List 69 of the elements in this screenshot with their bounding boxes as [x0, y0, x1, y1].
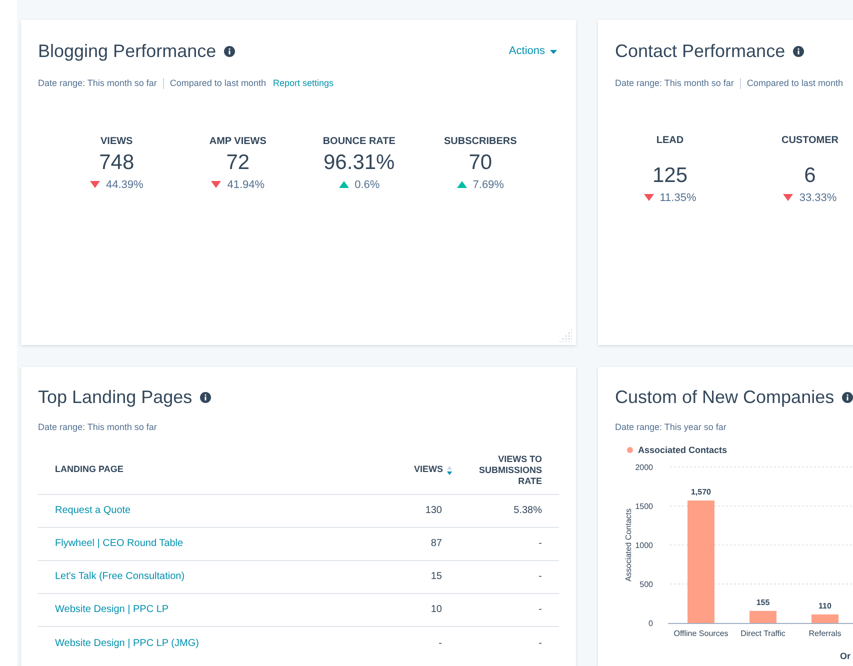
table-cell-text: - — [438, 636, 443, 650]
metric-value: 72 — [226, 150, 250, 176]
y-tick-label: 1000 — [635, 541, 653, 550]
comparison-text: Compared to last month — [170, 77, 266, 90]
info-icon — [200, 392, 212, 403]
table-cell-text: 10 — [430, 603, 443, 617]
landing-page-link[interactable]: Request a Quote — [38, 503, 362, 518]
date-range-text: Date range: This month so far — [615, 77, 734, 90]
metric-value: 96.31% — [324, 150, 395, 176]
metric-change: 44.39% — [106, 178, 144, 192]
metric-change: 7.69% — [472, 178, 504, 192]
table-cell-text: - — [538, 570, 543, 584]
metric-value: 125 — [652, 162, 688, 188]
info-icon — [793, 46, 804, 57]
bar-value-label: 155 — [756, 598, 770, 607]
legend-label: Associated Contacts — [638, 444, 728, 456]
bar-value-label: 110 — [818, 601, 832, 610]
bar — [750, 610, 776, 623]
report-settings-link[interactable]: Report settings — [272, 77, 334, 90]
table-cell-text: - — [538, 636, 543, 650]
y-tick-label: 1500 — [635, 502, 653, 511]
metric-change: 41.94% — [227, 178, 265, 192]
metric-label: AMP VIEWS — [209, 134, 266, 148]
landing-page-link[interactable]: Let's Talk (Free Consultation) — [38, 569, 362, 584]
actions-dropdown[interactable]: Actions — [508, 43, 557, 60]
metric-change: 11.35% — [660, 190, 696, 206]
y-tick-label: 500 — [640, 580, 653, 589]
landing-page-link[interactable]: Website Design | PPC LP (JMG) — [38, 636, 362, 650]
landing-page-link[interactable]: Flywheel | CEO Round Table — [38, 536, 362, 551]
table-cell-text: - — [538, 603, 543, 617]
table-cell-text: 130 — [424, 504, 443, 518]
card-title: Contact Performance — [615, 40, 786, 63]
views-column-header[interactable]: VIEWS — [362, 463, 452, 477]
x-tick-label: Offline Sources — [674, 629, 728, 638]
metric-value: 748 — [99, 150, 134, 176]
info-icon — [224, 46, 236, 57]
comparison-text: Compared to last month — [746, 77, 843, 90]
column-header: LANDING PAGE — [54, 463, 124, 476]
bar-value-label: 1,570 — [690, 488, 712, 497]
caret-icon — [550, 50, 557, 54]
card-title: Top Landing Pages — [38, 386, 192, 409]
y-tick-label: 2000 — [635, 463, 653, 472]
y-axis-title: Associated Contacts — [624, 508, 633, 582]
card-title: Blogging Performance — [38, 40, 216, 63]
date-range-text: Date range: This year so far — [615, 421, 728, 434]
metric-change: 33.33% — [799, 190, 837, 206]
x-tick-label: Referrals — [808, 629, 842, 638]
metric-change: 0.6% — [354, 178, 380, 192]
sort-icon — [447, 466, 452, 474]
bar — [812, 614, 838, 623]
metric-label: LEAD — [656, 134, 684, 148]
date-range-text: Date range: This month so far — [38, 421, 158, 434]
metric-label: SUBSCRIBERS — [444, 134, 517, 148]
metric-label: BOUNCE RATE — [322, 134, 396, 148]
metric-label: VIEWS — [100, 134, 133, 148]
y-tick-label: 0 — [648, 619, 653, 628]
metric-value: 70 — [468, 150, 492, 176]
column-header: VIEWS TO SUBMISSIONS RATE — [478, 454, 543, 486]
x-axis-title: Or — [840, 651, 851, 661]
table-cell-text: 15 — [430, 570, 443, 584]
metric-value: 6 — [804, 162, 816, 188]
table-cell-text: - — [538, 537, 543, 551]
metric-label: CUSTOMER — [781, 134, 839, 148]
table-cell-text: 5.38% — [512, 504, 543, 518]
landing-page-link[interactable]: Website Design | PPC LP — [38, 602, 362, 617]
card-title: Custom of New Companies — [615, 386, 834, 409]
date-range-text: Date range: This month so far — [38, 77, 157, 90]
x-tick-label: Direct Traffic — [740, 629, 786, 638]
table-cell-text: 87 — [430, 537, 443, 551]
